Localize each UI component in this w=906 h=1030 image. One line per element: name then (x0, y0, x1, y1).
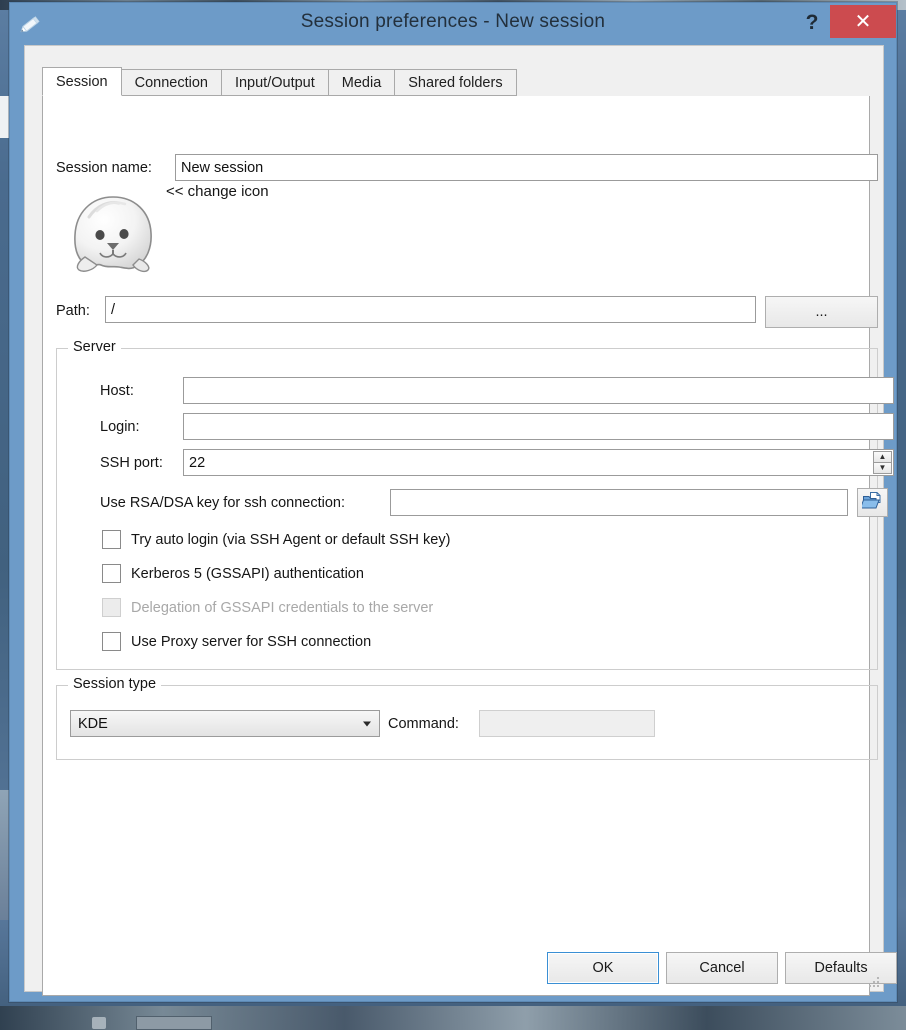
chevron-down-icon (363, 721, 371, 726)
checkbox-use-proxy-server[interactable]: Use Proxy server for SSH connection (102, 632, 371, 651)
checkbox-box[interactable] (102, 632, 121, 651)
command-input (479, 710, 655, 737)
tab-label: Input/Output (234, 74, 315, 91)
checkbox-gssapi-delegation: Delegation of GSSAPI credentials to the … (102, 598, 433, 617)
tab-session[interactable]: Session (42, 67, 122, 96)
defaults-button[interactable]: Defaults (785, 952, 897, 984)
session-name-label: Session name: (56, 160, 152, 176)
server-group-title: Server (68, 339, 121, 355)
stepper-down-icon[interactable]: ▼ (873, 462, 892, 474)
ssh-port-spinner[interactable]: ▲ ▼ (183, 449, 894, 476)
open-folder-icon (859, 491, 883, 514)
title-bar[interactable]: Session preferences - New session ? ✕ (10, 3, 896, 44)
ssh-port-label: SSH port: (100, 455, 163, 471)
change-icon-link[interactable]: << change icon (166, 183, 269, 200)
tab-shared-folders[interactable]: Shared folders (394, 69, 517, 96)
session-type-value: KDE (78, 715, 108, 732)
checkbox-try-auto-login[interactable]: Try auto login (via SSH Agent or default… (102, 530, 450, 549)
checkbox-label: Delegation of GSSAPI credentials to the … (131, 599, 434, 616)
tab-label: Shared folders (408, 74, 503, 91)
login-input[interactable] (183, 413, 894, 440)
ok-button[interactable]: OK (547, 952, 659, 984)
path-browse-button[interactable]: ... (765, 296, 878, 328)
rsa-key-label: Use RSA/DSA key for ssh connection: (100, 495, 345, 511)
desktop-window-edge (0, 96, 9, 138)
tab-bar: Session Connection Input/Output Media Sh… (42, 67, 870, 97)
session-type-group: Session type KDE Command: (56, 676, 878, 760)
host-label: Host: (100, 383, 134, 399)
checkbox-label: Use Proxy server for SSH connection (131, 633, 372, 650)
tab-label: Media (341, 74, 382, 91)
checkbox-label: Kerberos 5 (GSSAPI) authentication (131, 565, 364, 582)
checkbox-label: Try auto login (via SSH Agent or default… (131, 531, 451, 548)
dialog-client-area: Session Connection Input/Output Media Sh… (24, 45, 897, 996)
taskbar-item[interactable] (136, 1016, 212, 1030)
checkbox-kerberos5-gssapi[interactable]: Kerberos 5 (GSSAPI) authentication (102, 564, 364, 583)
resize-grip[interactable] (867, 975, 879, 987)
tab-connection[interactable]: Connection (120, 69, 222, 96)
tab-label: Connection (134, 74, 208, 91)
window-title: Session preferences - New session (300, 11, 606, 32)
close-button[interactable]: ✕ (830, 5, 896, 38)
help-button[interactable]: ? (797, 7, 827, 39)
tab-label: Session (56, 73, 108, 90)
seal-icon[interactable] (67, 191, 159, 277)
command-label: Command: (388, 716, 459, 732)
server-group: Server Host: Login: SSH port: ▲ ▼ Use RS… (56, 339, 894, 670)
cancel-button[interactable]: Cancel (666, 952, 778, 984)
rsa-key-browse-button[interactable] (857, 488, 888, 517)
session-type-select[interactable]: KDE (70, 710, 380, 737)
tab-media[interactable]: Media (327, 69, 396, 96)
host-input[interactable] (183, 377, 894, 404)
ssh-port-stepper[interactable]: ▲ ▼ (873, 451, 892, 474)
session-type-group-title: Session type (68, 676, 162, 692)
session-name-input[interactable] (175, 154, 878, 181)
rsa-key-input[interactable] (390, 489, 848, 516)
taskbar-icon[interactable] (92, 1017, 106, 1029)
path-input[interactable] (105, 296, 756, 323)
login-label: Login: (100, 419, 140, 435)
ssh-port-input[interactable] (183, 449, 894, 476)
session-tab-panel: Session name: New session << change icon… (42, 96, 894, 996)
checkbox-box[interactable] (102, 564, 121, 583)
path-label: Path: (56, 303, 90, 319)
desktop-window-edge-lower (0, 790, 9, 920)
session-preferences-window: Session preferences - New session ? ✕ Se… (9, 2, 897, 1002)
stepper-up-icon[interactable]: ▲ (873, 451, 892, 462)
checkbox-box[interactable] (102, 530, 121, 549)
tab-input-output[interactable]: Input/Output (220, 69, 329, 96)
checkbox-box (102, 598, 121, 617)
